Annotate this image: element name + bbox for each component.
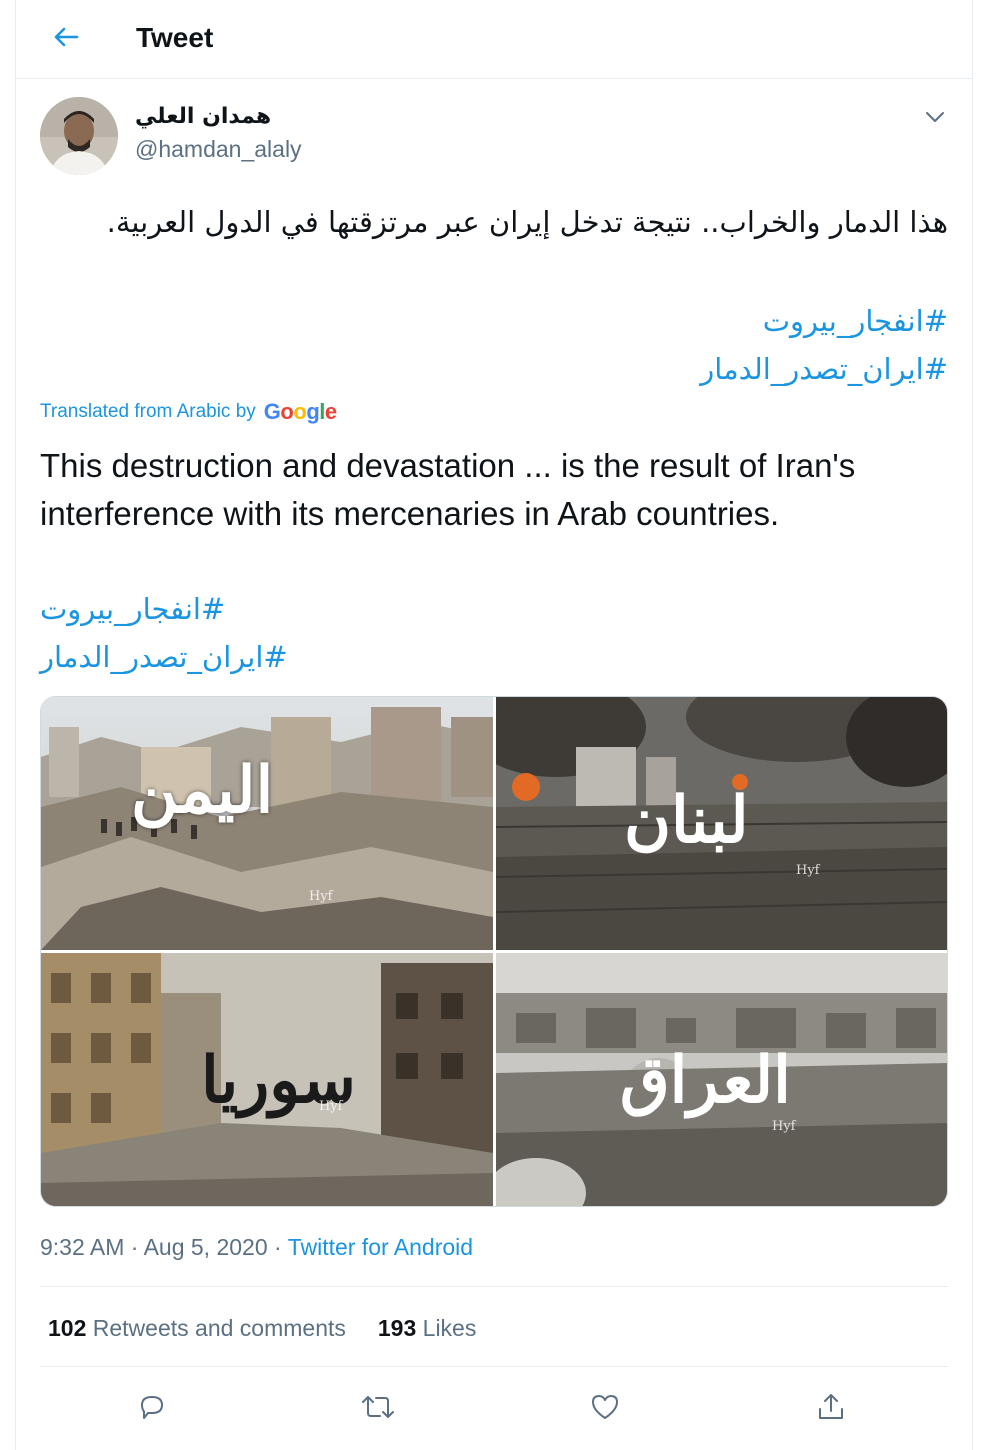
divider: [40, 1286, 948, 1287]
more-options-button[interactable]: [920, 102, 950, 132]
image-caption: اليمن: [131, 753, 274, 828]
retweet-icon: [362, 1396, 394, 1418]
retweets-label: Retweets and comments: [92, 1315, 346, 1341]
retweets-stat[interactable]: 102 Retweets and comments: [48, 1313, 346, 1343]
hashtag-link[interactable]: #ايران_تصدر_الدمار: [700, 346, 948, 392]
media-image-syria[interactable]: سوريا Hyf: [41, 953, 493, 1206]
media-grid: اليمن Hyf لبنان Hyf سوريا Hyf العراق Hyf: [40, 696, 948, 1207]
tweet-date[interactable]: Aug 5, 2020: [144, 1234, 268, 1260]
image-caption: العراق: [620, 1043, 791, 1118]
author-handle[interactable]: @hamdan_alaly: [135, 136, 302, 163]
image-watermark: Hyf: [319, 1099, 343, 1114]
likes-label: Likes: [422, 1315, 477, 1341]
like-icon: [592, 1395, 618, 1419]
tweet-stats: 102 Retweets and comments 193 Likes: [48, 1313, 476, 1343]
author-name[interactable]: همدان العلي: [135, 104, 271, 129]
action-bar: [40, 1383, 948, 1429]
reply-button[interactable]: [132, 1387, 172, 1427]
translation-attribution[interactable]: Translated from Arabic by Google: [40, 399, 337, 425]
page-title: Tweet: [136, 22, 214, 53]
reply-icon: [141, 1396, 163, 1419]
divider: [40, 1366, 948, 1367]
share-icon: [819, 1394, 843, 1419]
meta-separator: ·: [274, 1234, 282, 1260]
likes-count: 193: [377, 1315, 417, 1341]
media-image-yemen[interactable]: اليمن Hyf: [41, 697, 493, 950]
page-header: Tweet: [16, 0, 972, 79]
tweet-text: هذا الدمار والخراب.. نتيجة تدخل إيران عب…: [106, 205, 948, 239]
chevron-down-icon: [926, 112, 944, 122]
tweet-column: Tweet همدان العلي @hamdan_alaly هذا الدم…: [15, 0, 973, 1450]
retweet-button[interactable]: [358, 1387, 398, 1427]
share-button[interactable]: [811, 1387, 851, 1427]
image-watermark: Hyf: [772, 1119, 796, 1134]
tweet-meta: 9:32 AM · Aug 5, 2020 · Twitter for Andr…: [40, 1232, 473, 1262]
meta-separator: ·: [130, 1234, 139, 1260]
hashtag-link[interactable]: #ايران_تصدر_الدمار: [40, 634, 288, 680]
image-watermark: Hyf: [796, 863, 820, 878]
hashtag-link[interactable]: #انفجار_بيروت: [763, 298, 948, 344]
media-image-lebanon[interactable]: لبنان Hyf: [496, 697, 947, 950]
likes-stat[interactable]: 193 Likes: [378, 1313, 476, 1343]
tweet-time[interactable]: 9:32 AM: [40, 1234, 124, 1260]
back-button[interactable]: [46, 20, 86, 54]
google-logo: Google: [263, 399, 337, 424]
avatar[interactable]: [40, 97, 118, 175]
tweet-source-link[interactable]: Twitter for Android: [288, 1234, 473, 1260]
media-image-iraq[interactable]: العراق Hyf: [496, 953, 947, 1206]
translated-label: Translated from Arabic by: [40, 401, 256, 422]
image-caption: لبنان: [624, 783, 749, 858]
translated-text: This destruction and devastation ... is …: [40, 447, 856, 532]
image-watermark: Hyf: [309, 889, 333, 904]
retweets-count: 102: [48, 1315, 87, 1341]
back-arrow-icon: [54, 27, 79, 47]
hashtag-link[interactable]: #انفجار_بيروت: [40, 586, 225, 632]
like-button[interactable]: [585, 1387, 625, 1427]
